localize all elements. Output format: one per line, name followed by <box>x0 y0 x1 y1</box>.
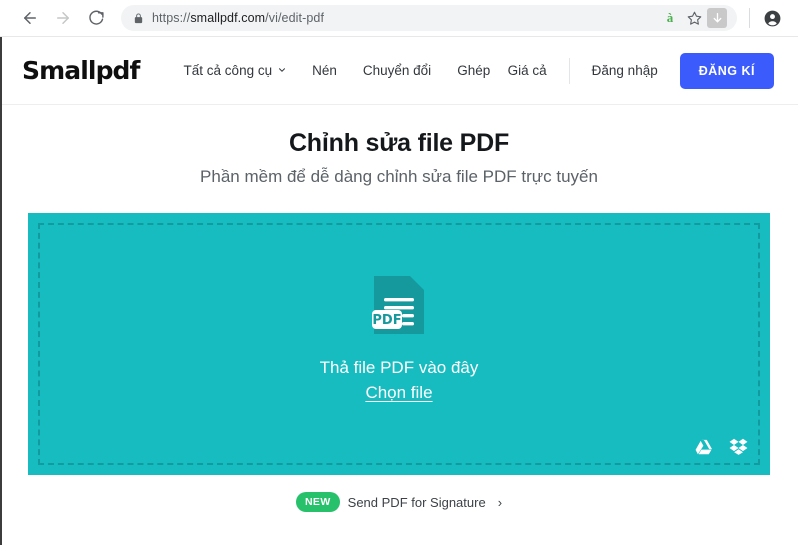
nav-item-all-tools-label: Tất cả công cụ <box>183 63 273 78</box>
lock-icon <box>133 12 144 25</box>
login-link[interactable]: Đăng nhập <box>592 63 658 78</box>
window-left-edge <box>0 0 2 545</box>
star-icon[interactable] <box>683 7 705 29</box>
cloud-import-icons <box>695 438 748 455</box>
dropzone-title: Thả file PDF vào đây <box>319 357 479 377</box>
back-button[interactable] <box>16 4 44 32</box>
arrow-right-icon <box>54 9 72 27</box>
main-navigation: Tất cả công cụ Nén Chuyển đổi Ghép <box>184 63 491 78</box>
url-path: /vi/edit-pdf <box>265 11 325 25</box>
hero-section: Chỉnh sửa file PDF Phần mềm để dễ dàng c… <box>0 105 798 187</box>
omnibox-actions: à <box>659 7 727 29</box>
profile-icon[interactable] <box>760 6 784 30</box>
pdf-file-icon: PDF <box>370 272 428 338</box>
nav-item-all-tools[interactable]: Tất cả công cụ <box>184 63 287 78</box>
choose-file-link[interactable]: Chọn file <box>365 383 432 403</box>
download-icon[interactable] <box>707 8 727 28</box>
footer-row: NEW Send PDF for Signature › <box>0 492 798 512</box>
nav-item-pricing[interactable]: Giá cả <box>508 63 547 78</box>
arrow-left-icon <box>21 9 39 27</box>
header-right-actions: Giá cả Đăng nhập ĐĂNG KÍ <box>508 52 774 89</box>
smallpdf-logo[interactable]: Smallpdf <box>22 56 140 85</box>
pdf-icon-label: PDF <box>372 313 401 328</box>
chevron-right-icon: › <box>497 494 503 510</box>
site-header: Smallpdf Tất cả công cụ Nén Chuyển đổi G… <box>0 37 798 105</box>
signup-button[interactable]: ĐĂNG KÍ <box>679 52 774 89</box>
reload-icon <box>88 10 105 27</box>
nav-item-compress[interactable]: Nén <box>312 63 337 78</box>
dropzone-wrapper: PDF Thả file PDF vào đây Chọn file <box>0 213 798 475</box>
dropbox-icon[interactable] <box>729 438 748 455</box>
nav-item-convert[interactable]: Chuyển đổi <box>363 63 431 78</box>
url-text: https://smallpdf.com/vi/edit-pdf <box>152 11 324 25</box>
new-badge: NEW <box>295 492 340 512</box>
page-root: https://smallpdf.com/vi/edit-pdf à Small… <box>0 0 798 545</box>
send-for-signature-label: Send PDF for Signature <box>347 494 486 510</box>
header-divider <box>568 57 570 84</box>
page-title: Chỉnh sửa file PDF <box>288 129 510 157</box>
reload-button[interactable] <box>82 4 110 32</box>
browser-toolbar: https://smallpdf.com/vi/edit-pdf à <box>0 0 798 37</box>
page-subtitle: Phần mềm để dễ dàng chỉnh sửa file PDF t… <box>200 167 598 186</box>
toolbar-divider <box>749 8 750 28</box>
address-bar[interactable]: https://smallpdf.com/vi/edit-pdf à <box>121 5 737 31</box>
file-dropzone[interactable]: PDF Thả file PDF vào đây Chọn file <box>28 213 770 475</box>
translate-icon[interactable]: à <box>659 7 681 29</box>
dropzone-content: PDF Thả file PDF vào đây Chọn file <box>319 272 479 403</box>
send-for-signature-banner[interactable]: NEW Send PDF for Signature › <box>295 492 503 512</box>
chevron-down-icon <box>277 65 286 74</box>
nav-item-merge[interactable]: Ghép <box>457 63 490 78</box>
google-drive-icon[interactable] <box>695 439 713 455</box>
url-scheme: https:// <box>152 11 191 25</box>
url-host: smallpdf.com <box>190 11 266 25</box>
forward-button[interactable] <box>49 4 77 32</box>
